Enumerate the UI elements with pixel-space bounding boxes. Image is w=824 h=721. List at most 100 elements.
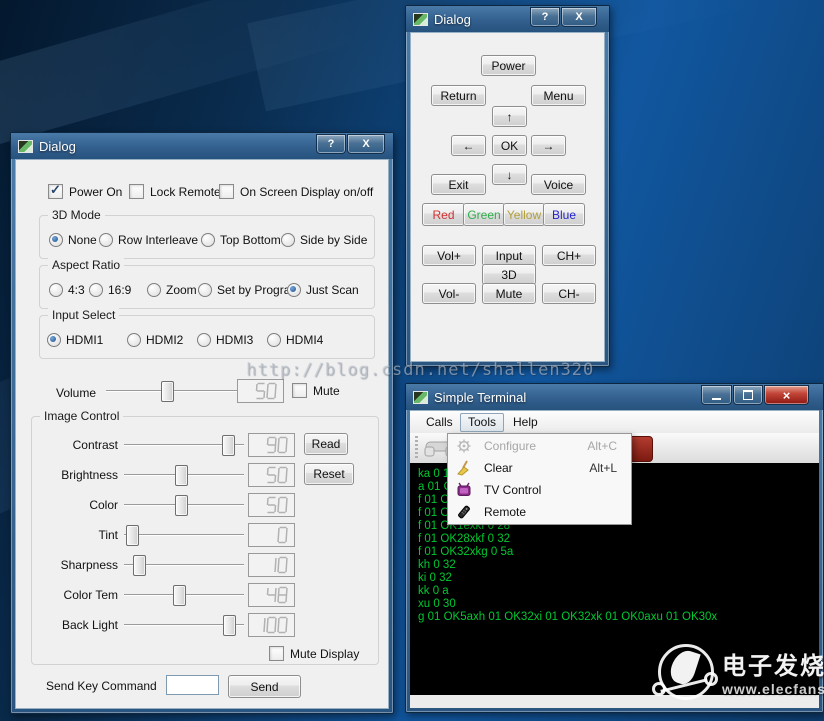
terminal-log-line: kk 0 a [410,585,819,598]
sharpness-slider-handle[interactable] [133,555,146,576]
remote-button-up[interactable]: ↑ [492,106,527,127]
radio-none[interactable]: None [49,233,97,247]
remote-button-blue[interactable]: Blue [543,203,585,226]
remote-button-ok[interactable]: OK [492,135,527,156]
tint-lcd-display [248,523,295,547]
volume-label: Volume [56,386,96,400]
volume-slider[interactable] [106,381,241,401]
help-button[interactable]: ? [530,7,560,27]
checkbox-power-on[interactable]: Power On [48,184,122,199]
close-button[interactable]: × [764,385,809,405]
elecfans-chinese-name: 电子发烧友 [722,646,824,681]
sharpness-slider[interactable] [124,555,244,575]
radio-just-scan[interactable]: Just Scan [287,283,359,297]
checkbox-lock-remote[interactable]: Lock Remote [129,184,221,199]
remote-button-three-d[interactable]: 3D [482,264,536,285]
color-slider[interactable] [124,495,244,515]
minimize-button[interactable] [701,385,732,405]
radio-hdmi4[interactable]: HDMI4 [267,333,323,347]
radio-dot [49,233,63,247]
toolbar-drag-handle[interactable] [415,436,418,460]
radio-hdmi3[interactable]: HDMI3 [197,333,253,347]
remote-button-ch-up[interactable]: CH+ [542,245,596,266]
radio-zoom[interactable]: Zoom [147,283,197,297]
radio-dot [197,333,211,347]
remote-button-down[interactable]: ↓ [492,164,527,185]
remote-button-voice[interactable]: Voice [531,174,586,195]
radio-dot [99,233,113,247]
radio-dot [267,333,281,347]
remote-button-vol-up[interactable]: Vol+ [422,245,476,266]
tv-control-dialog-window: Dialog ? X Power OnLock RemoteOn Screen … [10,132,394,714]
color-slider-handle[interactable] [175,495,188,516]
maximize-button[interactable] [733,385,763,405]
group-mode3d-title: 3D Mode [48,208,105,222]
checkbox-on-screen-display-on-off-label: On Screen Display on/off [240,185,373,199]
menu-item-label: Clear [484,461,589,475]
remote-button-exit[interactable]: Exit [431,174,486,195]
menu-item-tv-control[interactable]: TV Control [448,479,631,501]
close-button[interactable]: X [561,7,597,27]
tint-slider[interactable] [124,525,244,545]
remote-button-yellow[interactable]: Yellow [503,203,545,226]
remote-button-menu[interactable]: Menu [531,85,586,106]
menu-item-remote[interactable]: Remote [448,501,631,523]
menu-item-configure[interactable]: ConfigureAlt+C [448,435,631,457]
volume-slider-handle[interactable] [161,381,174,402]
send-key-command-input[interactable] [166,675,219,695]
radio-label: HDMI1 [66,333,103,347]
radio-4-3[interactable]: 4:3 [49,283,85,297]
send-key-command-label: Send Key Command [46,679,157,693]
checkbox-on-screen-display-on-off[interactable]: On Screen Display on/off [219,184,373,199]
remote-button-vol-down[interactable]: Vol- [422,283,476,304]
radio-16-9[interactable]: 16:9 [89,283,131,297]
color-tem-slider-handle[interactable] [173,585,186,606]
remote-button-power[interactable]: Power [481,55,536,76]
back-light-slider-handle[interactable] [223,615,236,636]
radio-label: 16:9 [108,283,131,297]
checkbox-on-screen-display-on-off-box [219,184,234,199]
remote-button-input[interactable]: Input [482,245,536,266]
remote-button-green[interactable]: Green [463,203,505,226]
radio-hdmi1[interactable]: HDMI1 [47,333,103,347]
brightness-slider[interactable] [124,465,244,485]
read-button[interactable]: Read [304,433,348,455]
radio-set-by-program[interactable]: Set by Program [198,283,300,297]
radio-row-interleave[interactable]: Row Interleave [99,233,198,247]
radio-side-by-side[interactable]: Side by Side [281,233,367,247]
slider-label-contrast: Contrast [32,438,118,452]
radio-dot [49,283,63,297]
remote-button-left[interactable]: ← [451,135,486,156]
help-button[interactable]: ? [316,134,346,154]
menu-item-clear[interactable]: ClearAlt+L [448,457,631,479]
mute-display-checkbox[interactable]: Mute Display [269,646,359,661]
slider-label-back-light: Back Light [32,618,118,632]
brightness-slider-handle[interactable] [175,465,188,486]
tint-slider-handle[interactable] [126,525,139,546]
contrast-slider[interactable] [124,435,244,455]
send-button[interactable]: Send [228,675,301,698]
menu-tools[interactable]: Tools [460,413,504,432]
contrast-slider-handle[interactable] [222,435,235,456]
slider-label-tint: Tint [32,528,118,542]
remote-button-right[interactable]: → [531,135,566,156]
radio-hdmi2[interactable]: HDMI2 [127,333,183,347]
remote-button-mute[interactable]: Mute [482,283,536,304]
radio-dot [201,233,215,247]
remote-button-red[interactable]: Red [422,203,465,226]
radio-dot [89,283,103,297]
back-light-slider[interactable] [124,615,244,635]
sharpness-lcd-display [248,553,295,577]
color-tem-slider[interactable] [124,585,244,605]
mute-checkbox[interactable]: Mute [292,383,340,398]
volume-lcd-display [237,379,284,403]
menu-help[interactable]: Help [505,413,546,432]
close-button[interactable]: X [347,134,385,154]
menu-calls[interactable]: Calls [418,413,461,432]
checkbox-lock-remote-box [129,184,144,199]
remote-button-ch-down[interactable]: CH- [542,283,596,304]
radio-top-bottom[interactable]: Top Bottom [201,233,281,247]
reset-button[interactable]: Reset [304,463,354,485]
remote-button-return[interactable]: Return [431,85,486,106]
elecfans-url: www.elecfans.com [722,681,824,697]
